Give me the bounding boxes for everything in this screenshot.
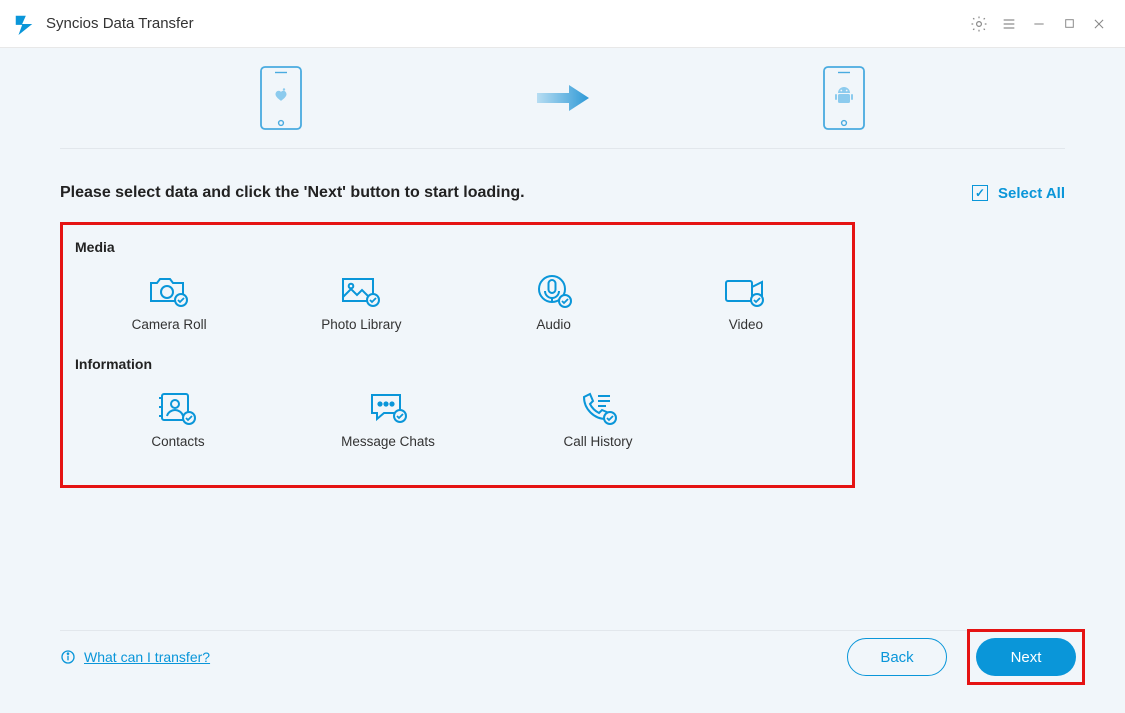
item-audio[interactable]: Audio [458,267,650,338]
item-call-history[interactable]: Call History [493,384,703,455]
back-button-label: Back [880,649,913,666]
select-all-label: Select All [998,185,1065,202]
next-button[interactable]: Next [976,638,1076,676]
messages-icon [366,390,410,426]
item-label: Audio [536,317,571,332]
photo-icon [339,273,383,309]
item-photo-library[interactable]: Photo Library [265,267,457,338]
minimize-button[interactable] [1025,10,1053,38]
item-camera-roll[interactable]: Camera Roll [73,267,265,338]
instruction-row: Please select data and click the 'Next' … [60,149,1065,222]
item-label: Video [729,317,763,332]
select-all-checkbox[interactable]: ✓ [972,185,988,201]
source-device-icon [260,66,302,130]
next-button-annotation: Next [967,629,1085,685]
callhistory-icon [576,390,620,426]
camera-icon [147,273,191,309]
data-category-region: Media Camera Roll [60,222,855,488]
item-contacts[interactable]: Contacts [73,384,283,455]
microphone-icon [532,273,576,309]
main-panel: Please select data and click the 'Next' … [0,48,1125,713]
target-device-icon [823,66,865,130]
device-row [60,48,1065,149]
information-items-row: Contacts Message Chats [73,384,842,455]
section-title-media: Media [75,239,842,255]
transfer-arrow-icon [535,83,591,113]
back-button[interactable]: Back [847,638,947,676]
titlebar: Syncios Data Transfer [0,0,1125,48]
close-button[interactable] [1085,10,1113,38]
item-label: Photo Library [321,317,401,332]
media-items-row: Camera Roll Photo Library [73,267,842,338]
section-title-information: Information [75,356,842,372]
item-label: Camera Roll [132,317,207,332]
app-title: Syncios Data Transfer [46,15,194,32]
item-label: Message Chats [341,434,435,449]
help-link[interactable]: What can I transfer? [60,649,210,665]
menu-button[interactable] [995,10,1023,38]
instruction-text: Please select data and click the 'Next' … [60,184,525,202]
item-message-chats[interactable]: Message Chats [283,384,493,455]
video-icon [722,273,770,309]
item-video[interactable]: Video [650,267,842,338]
settings-button[interactable] [965,10,993,38]
item-label: Contacts [151,434,204,449]
item-label: Call History [563,434,632,449]
footer: What can I transfer? Back Next [60,629,1085,685]
help-link-text: What can I transfer? [84,649,210,665]
app-logo [12,12,36,36]
select-all-toggle[interactable]: ✓ Select All [972,185,1065,202]
next-button-label: Next [1011,649,1042,666]
maximize-button[interactable] [1055,10,1083,38]
contacts-icon [156,390,200,426]
